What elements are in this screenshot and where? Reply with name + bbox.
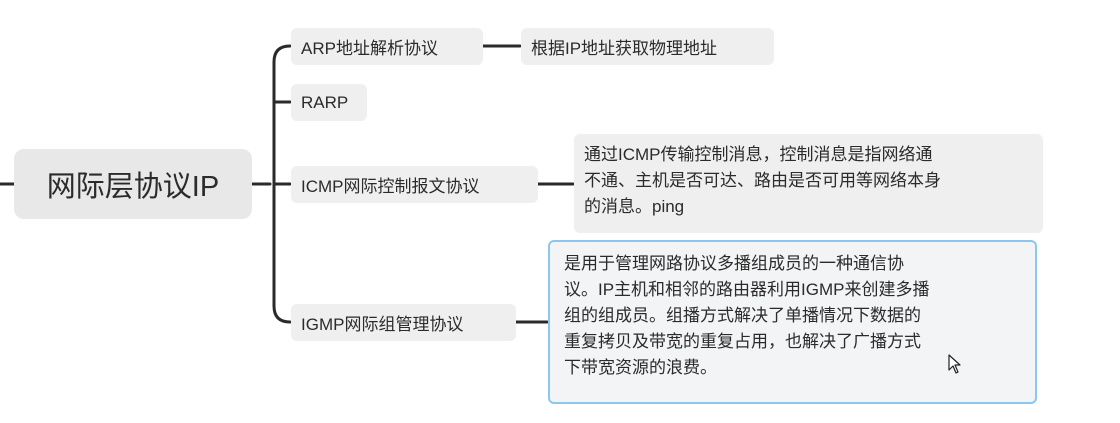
detail-node-label: 根据IP地址获取物理地址 — [531, 39, 718, 58]
detail-line: 通过ICMP传输控制消息，控制消息是指网络通 — [584, 145, 933, 164]
detail-node-igmp[interactable]: 是用于管理网路协议多播组成员的一种通信协 议。IP主机和相邻的路由器利用IGMP… — [548, 240, 1037, 404]
branch-node-icmp[interactable]: ICMP网际控制报文协议 — [291, 166, 538, 203]
branch-node-igmp[interactable]: IGMP网际组管理协议 — [291, 304, 516, 341]
mouse-pointer-icon — [948, 354, 961, 374]
branch-node-label: RARP — [301, 92, 349, 112]
root-node[interactable]: 网际层协议IP — [14, 149, 252, 219]
detail-line: 的消息。ping — [584, 197, 685, 216]
root-node-label: 网际层协议IP — [46, 171, 220, 203]
branch-node-label: ICMP网际控制报文协议 — [301, 177, 480, 196]
detail-line: 是用于管理网路协议多播组成员的一种通信协 — [564, 254, 904, 273]
branch-node-arp[interactable]: ARP地址解析协议 — [291, 28, 483, 65]
detail-node-icmp[interactable]: 通过ICMP传输控制消息，控制消息是指网络通 不通、主机是否可达、路由是否可用等… — [574, 134, 1043, 233]
detail-line: 议。IP主机和相邻的路由器利用IGMP来创建多播 — [564, 280, 930, 299]
branch-node-label: IGMP网际组管理协议 — [301, 315, 464, 334]
detail-node-arp[interactable]: 根据IP地址获取物理地址 — [521, 28, 774, 65]
detail-line: 组的组成员。组播方式解决了单播情况下数据的 — [564, 306, 921, 325]
detail-line: 重复拷贝及带宽的重复占用，也解决了广播方式 — [564, 332, 921, 351]
detail-line: 不通、主机是否可达、路由是否可用等网络本身 — [584, 171, 941, 190]
branch-node-rarp[interactable]: RARP — [291, 84, 367, 121]
mind-map-canvas: 网际层协议IP ARP地址解析协议 根据IP地址获取物理地址 RARP ICMP… — [0, 0, 1120, 423]
branch-node-label: ARP地址解析协议 — [301, 39, 438, 58]
